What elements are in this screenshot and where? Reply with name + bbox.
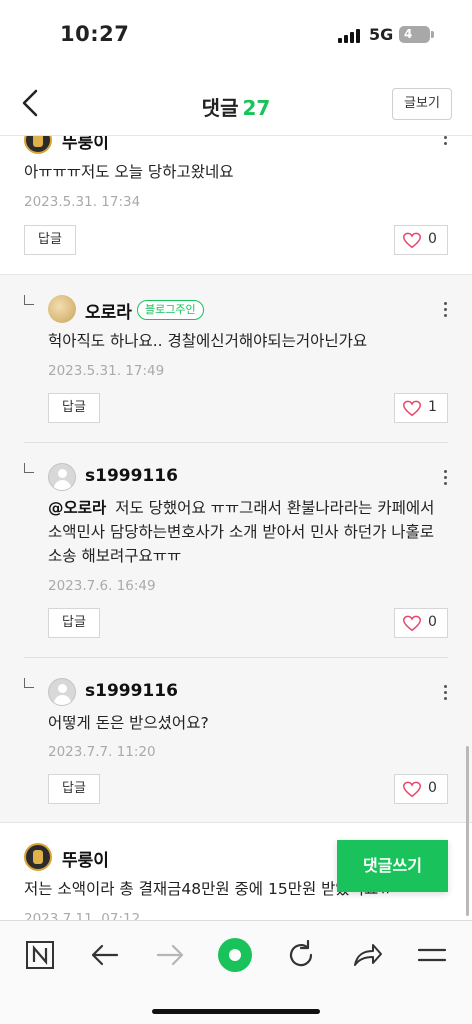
comment-text: 헉아직도 하나요.. 경찰에신거해야되는거아닌가요: [48, 332, 368, 350]
reply-button[interactable]: 답글: [24, 225, 76, 255]
comment-nickname[interactable]: s1999116: [85, 466, 178, 486]
naver-n-icon[interactable]: [22, 937, 58, 973]
forward-arrow-icon[interactable]: [152, 937, 188, 973]
heart-icon: [403, 400, 421, 417]
title-label: 댓글: [201, 96, 239, 120]
status-time: 10:27: [60, 22, 130, 46]
battery-icon: 4: [399, 26, 434, 43]
like-button[interactable]: 0: [394, 608, 448, 638]
heart-icon: [403, 232, 421, 249]
like-count: 0: [428, 780, 437, 796]
reply-thread: 오로라 블로그주인 헉아직도 하나요.. 경찰에신거해야되는거아닌가요 2023…: [0, 275, 472, 822]
divider: [24, 442, 448, 443]
home-indicator[interactable]: [152, 1009, 320, 1014]
status-bar: 10:27 5G 4: [0, 0, 472, 70]
write-comment-button[interactable]: 댓글쓰기: [337, 840, 448, 892]
reply-indicator-icon: [24, 678, 34, 688]
blog-owner-badge: 블로그주인: [137, 300, 204, 320]
like-count: 0: [428, 614, 437, 630]
comment-date: 2023.5.31. 17:49: [48, 363, 165, 379]
avatar[interactable]: [24, 843, 52, 871]
avatar[interactable]: [48, 678, 76, 706]
avatar[interactable]: [24, 136, 52, 154]
header: 댓글 27 글보기: [0, 70, 472, 136]
like-button[interactable]: 0: [394, 774, 448, 804]
more-options-icon[interactable]: [444, 136, 448, 146]
comment-date: 2023.7.7. 11:20: [48, 744, 156, 760]
like-button[interactable]: 0: [394, 225, 448, 255]
reply-indicator-icon: [24, 295, 34, 305]
battery-level: 4: [404, 27, 413, 41]
back-arrow-icon[interactable]: [87, 937, 123, 973]
reply-button[interactable]: 답글: [48, 608, 100, 638]
comment-item: 뚜룽이 아ㅠㅠㅠ저도 오늘 당하고왔네요 2023.5.31. 17:34 답글…: [0, 136, 472, 274]
comment-nickname[interactable]: 뚜룽이: [62, 136, 109, 153]
comment-nickname[interactable]: 오로라: [85, 298, 132, 323]
scrollbar[interactable]: [466, 746, 469, 916]
heart-icon: [403, 781, 421, 798]
more-options-icon[interactable]: [444, 302, 448, 318]
comment-nickname[interactable]: 뚜룽이: [62, 846, 109, 871]
network-label: 5G: [369, 25, 394, 44]
comment-text: 아ㅠㅠㅠ저도 오늘 당하고왔네요: [24, 163, 234, 181]
comment-date: 2023.5.31. 17:34: [24, 194, 141, 210]
comment-date: 2023.7.6. 16:49: [48, 578, 156, 594]
menu-icon[interactable]: [414, 937, 450, 973]
avatar[interactable]: [48, 295, 76, 323]
avatar[interactable]: [48, 463, 76, 491]
like-count: 1: [428, 399, 437, 415]
comment-list[interactable]: 뚜룽이 아ㅠㅠㅠ저도 오늘 당하고왔네요 2023.5.31. 17:34 답글…: [0, 136, 472, 920]
reply-button[interactable]: 답글: [48, 393, 100, 423]
like-count: 0: [428, 231, 437, 247]
reply-indicator-icon: [24, 463, 34, 473]
comment-count: 27: [242, 96, 271, 120]
divider: [24, 657, 448, 658]
comment-nickname[interactable]: s1999116: [85, 681, 178, 701]
signal-icon: [338, 29, 362, 43]
share-icon[interactable]: [349, 937, 385, 973]
like-button[interactable]: 1: [394, 393, 448, 423]
reply-button[interactable]: 답글: [48, 774, 100, 804]
comment-date: 2023.7.11. 07:12: [24, 911, 141, 920]
comment-text: 어떻게 돈은 받으셨어요?: [48, 714, 209, 732]
more-options-icon[interactable]: [444, 685, 448, 701]
view-post-button[interactable]: 글보기: [392, 88, 452, 120]
refresh-icon[interactable]: [283, 937, 319, 973]
heart-icon: [403, 615, 421, 632]
home-circle-icon[interactable]: [216, 936, 254, 974]
comment-text: @오로라 저도 당했어요 ㅠㅠ그래서 환불나라라는 카페에서 소액민사 담당하는…: [48, 496, 448, 568]
more-options-icon[interactable]: [444, 470, 448, 486]
mention-link[interactable]: @오로라: [48, 499, 106, 517]
